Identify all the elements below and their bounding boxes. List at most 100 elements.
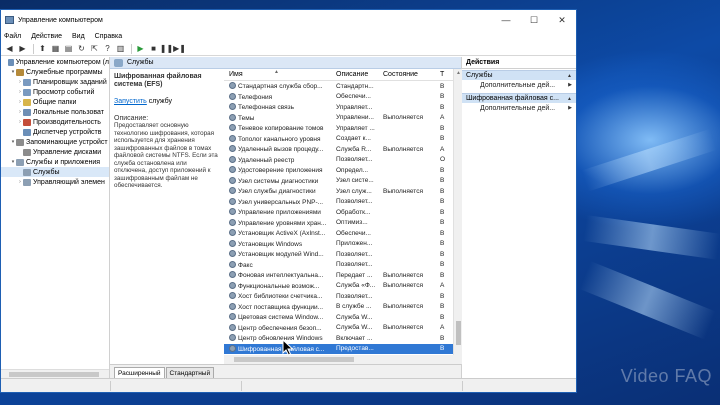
service-startup-type: А	[440, 114, 445, 122]
hscroll-thumb[interactable]	[234, 357, 354, 362]
start-service-link[interactable]: Запустить	[114, 98, 147, 105]
back-icon[interactable]: ◀	[4, 43, 15, 54]
service-row[interactable]: Телефония Обеспечи... В	[224, 92, 462, 103]
tree-item[interactable]: › Локальные пользоват	[1, 107, 109, 117]
column-state[interactable]: Состояние	[378, 71, 435, 78]
toolbar-separator	[33, 43, 34, 54]
service-row[interactable]: Теневое копирование томов Управляет ... В	[224, 123, 462, 134]
service-row[interactable]: Фоновая интеллектуальна... Передает ... Вы…	[224, 270, 462, 281]
service-row[interactable]: Факс Позволяет... В	[224, 260, 462, 271]
service-name: Стандартная служба сбор...	[238, 83, 323, 91]
tree-item-label: Управление дисками	[33, 148, 102, 156]
tree-item[interactable]: Службы	[1, 167, 109, 177]
navigation-tree: Управление компьютером (л ▾ Служебные прог…	[1, 57, 110, 378]
tab-standard[interactable]: Стандартный	[165, 367, 215, 378]
show-tree-icon[interactable]: ▦	[50, 43, 61, 54]
service-description: Позволяет...	[336, 198, 373, 206]
tree-item[interactable]: ▾ Службы и приложения	[1, 157, 109, 167]
tree-horizontal-scrollbar[interactable]	[1, 369, 109, 378]
service-row[interactable]: Цветовая система Window... Служба W... В	[224, 312, 462, 323]
column-startup-type[interactable]: Т	[435, 71, 449, 78]
service-name-cell: Установщик модулей Wind...	[224, 250, 331, 258]
service-row[interactable]: Хост библиотеки счетчика... Позволяет... В	[224, 291, 462, 302]
service-row[interactable]: Узел универсальных PNP-... Позволяет... В	[224, 197, 462, 208]
service-row[interactable]: Центр обеспечения безоп... Служба W... Вып…	[224, 323, 462, 334]
gear-icon	[229, 176, 236, 184]
service-row[interactable]: Телефонная связь Управляет... В	[224, 102, 462, 113]
service-description: Управлени...	[336, 114, 374, 122]
service-row[interactable]: Установщик модулей Wind... Позволяет... В	[224, 249, 462, 260]
actions-section-efs[interactable]: Шифрованная файловая с... ▲	[462, 93, 576, 103]
service-row[interactable]: Тополог канального уровня Создает к... В	[224, 134, 462, 145]
tree-item[interactable]: Диспетчер устройств	[1, 127, 109, 137]
help-icon[interactable]: ?	[102, 43, 113, 54]
service-row[interactable]: Хост поставщика функции... В службе ... Вы…	[224, 302, 462, 313]
minimize-button[interactable]: —	[492, 10, 520, 30]
service-row[interactable]: Установщик ActiveX (AxInst... Обеспечи...…	[224, 228, 462, 239]
service-name: Узел службы диагностики	[238, 188, 316, 196]
tree-item[interactable]: Управление дисками	[1, 147, 109, 157]
list-vertical-scrollbar[interactable]: ▲ ▼	[453, 69, 462, 364]
forward-icon[interactable]: ▶	[17, 43, 28, 54]
service-row[interactable]: Центр обновления Windows Включает ... В	[224, 333, 462, 344]
gear-icon	[229, 344, 236, 352]
service-row[interactable]: Управление приложениями Обработк... В	[224, 207, 462, 218]
service-name: Удаленный вызов процеду...	[238, 146, 324, 154]
service-row[interactable]: Функциональные возмож... Служба «Ф... Выпо…	[224, 281, 462, 292]
tab-extended[interactable]: Расширенный	[114, 367, 165, 378]
console-icon[interactable]: ▥	[115, 43, 126, 54]
services-header: Службы	[110, 57, 461, 69]
service-startup-type: В	[440, 135, 445, 143]
menu-action[interactable]: Действие	[31, 33, 62, 40]
service-description: Управляет ...	[336, 124, 375, 132]
service-name: Теневое копирование томов	[238, 125, 324, 133]
tree-item[interactable]: › Производительность	[1, 117, 109, 127]
tree-item[interactable]: › Общие папки	[1, 97, 109, 107]
service-name-cell: Узел системы диагностики	[224, 176, 331, 185]
tree-item[interactable]: › Управляющий элемен	[1, 177, 109, 187]
pause-service-icon[interactable]: ❚❚	[160, 43, 173, 54]
service-description: Приложен...	[336, 240, 373, 248]
more-actions-services[interactable]: Дополнительные дей... ▶	[462, 80, 576, 90]
up-folder-icon[interactable]: ⬆	[37, 43, 48, 54]
column-description[interactable]: Описание	[331, 71, 378, 78]
gear-icon	[229, 260, 236, 268]
stop-service-icon[interactable]: ■	[148, 43, 159, 54]
tree-item[interactable]: › Планировщик заданий	[1, 77, 109, 87]
tree-item[interactable]: › Просмотр событий	[1, 87, 109, 97]
properties-icon[interactable]: ▤	[63, 43, 74, 54]
tree-item[interactable]: Управление компьютером (л	[1, 57, 109, 67]
service-row[interactable]: Удостоверение приложения Определ... В	[224, 165, 462, 176]
close-button[interactable]: ✕	[548, 10, 576, 30]
menu-file[interactable]: Файл	[4, 33, 21, 40]
start-service-icon[interactable]: ▶	[135, 43, 146, 54]
light-beam	[579, 261, 716, 340]
actions-section-services[interactable]: Службы ▲	[462, 70, 576, 80]
tree-item[interactable]: ▾ Служебные программы	[1, 67, 109, 77]
status-segment	[110, 381, 111, 391]
menu-help[interactable]: Справка	[95, 33, 122, 40]
more-actions-efs[interactable]: Дополнительные дей... ▶	[462, 103, 576, 113]
tree-scroll-thumb[interactable]	[9, 372, 99, 377]
service-row[interactable]: Управление уровнями хран... Оптимиз... В	[224, 218, 462, 229]
service-row[interactable]: Удаленный вызов процеду... Служба R... Вып…	[224, 144, 462, 155]
list-horizontal-scrollbar[interactable]	[224, 355, 462, 364]
maximize-button[interactable]: ☐	[520, 10, 548, 30]
service-row[interactable]: Установщик Windows Приложен... В	[224, 239, 462, 250]
export-icon[interactable]: ⇱	[89, 43, 100, 54]
service-row[interactable]: Узел службы диагностики Узел служ... Выпол…	[224, 186, 462, 197]
service-row[interactable]: Шифрованная файловая с... Предостав... В	[224, 343, 462, 354]
service-row[interactable]: Узел системы диагностики Узел систе... В	[224, 176, 462, 187]
restart-service-icon[interactable]: ▶❚	[173, 43, 186, 54]
service-description: Оптимиз...	[336, 219, 368, 227]
gear-icon	[229, 103, 236, 111]
scroll-thumb[interactable]	[456, 321, 461, 345]
service-row[interactable]: Стандартная служба сбор... Стандартн... В	[224, 81, 462, 92]
menu-view[interactable]: Вид	[72, 33, 85, 40]
service-row[interactable]: Удаленный реестр Позволяет... О	[224, 155, 462, 166]
service-name: Центр обновления Windows	[238, 335, 323, 343]
refresh-icon[interactable]: ↻	[76, 43, 87, 54]
service-row[interactable]: Темы Управлени... Выполняется А	[224, 113, 462, 124]
tree-item[interactable]: ▾ Запоминающие устройст	[1, 137, 109, 147]
tree-item-label: Службы и приложения	[26, 158, 101, 166]
